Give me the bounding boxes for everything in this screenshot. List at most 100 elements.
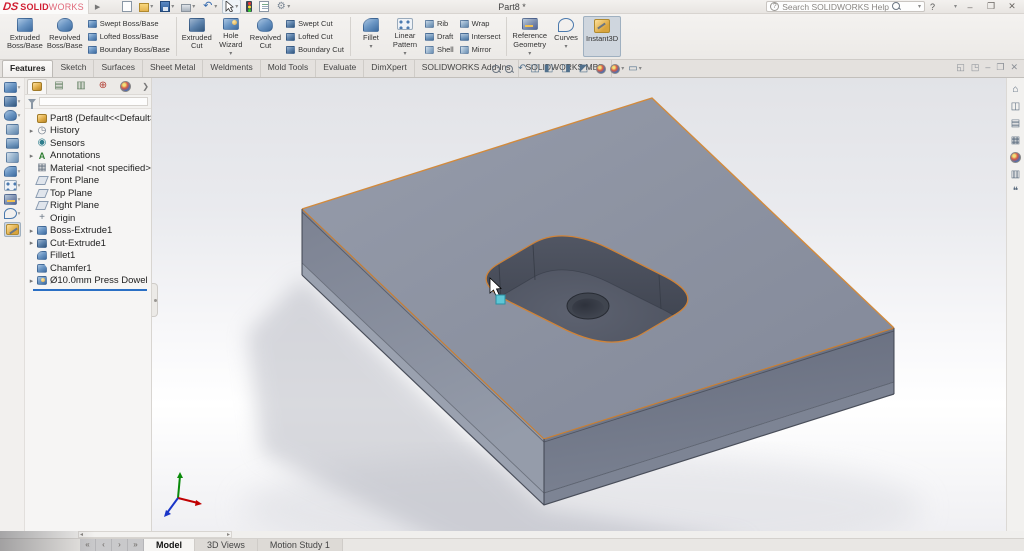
help-button[interactable]: ? [930, 2, 935, 12]
section-view-button[interactable]: ◫ [530, 62, 539, 76]
dropdown-caret-icon[interactable]: ▾ [18, 169, 21, 175]
ribbon-rib[interactable]: Rib [425, 18, 454, 30]
save-dropdown-icon[interactable]: ▾ [171, 3, 174, 10]
tree-item-top-plane[interactable]: Top Plane [27, 187, 151, 200]
doc-minimize-button[interactable]: – [985, 62, 990, 73]
dropdown-caret-icon[interactable]: ▾ [18, 183, 21, 189]
tab-model[interactable]: Model [144, 539, 195, 551]
fm-tab-display-manager[interactable] [115, 79, 135, 94]
doc-pane-right-button[interactable]: ◳ [971, 62, 980, 73]
dropdown-caret-icon[interactable]: ▾ [18, 85, 21, 91]
ribbon-curves[interactable]: Curves▾ [549, 16, 583, 57]
task-pane-custom-properties[interactable]: ▥ [1009, 168, 1023, 181]
dropdown-caret-icon[interactable]: ▾ [18, 211, 21, 217]
tree-item-front-plane[interactable]: Front Plane [27, 175, 151, 188]
ribbon-extruded-boss-base[interactable]: Extruded Boss/Base [5, 16, 45, 57]
dropdown-caret-icon[interactable]: ▾ [572, 62, 575, 76]
left-toolbar-rib[interactable] [6, 124, 19, 135]
edit-appearance-button[interactable] [596, 64, 606, 74]
fm-tab-property-manager[interactable]: ▤ [49, 79, 69, 94]
doc-restore-button[interactable]: ❐ [996, 62, 1004, 73]
previous-view-button[interactable]: ↶ [518, 62, 526, 76]
expand-arrow-icon[interactable]: ▸ [27, 277, 36, 285]
dropdown-caret-icon[interactable]: ▾ [528, 50, 531, 57]
tab-motion-study-1[interactable]: Motion Study 1 [258, 539, 343, 551]
ribbon-intersect[interactable]: Intersect [460, 31, 501, 43]
tree-item-sensors[interactable]: ◉Sensors [27, 137, 151, 150]
task-pane-file-explorer[interactable]: ▤ [1009, 117, 1023, 130]
undo-dropdown-icon[interactable]: ▾ [214, 3, 217, 10]
close-button[interactable]: ✕ [1004, 1, 1020, 12]
left-toolbar-revolved-boss-base[interactable]: ▾ [4, 110, 21, 121]
help-search-input[interactable]: ? Search SOLIDWORKS Help ▾ [766, 1, 925, 12]
dropdown-caret-icon[interactable]: ▾ [18, 113, 21, 119]
tree-item-chamfer1[interactable]: Chamfer1 [27, 262, 151, 275]
tab-sketch[interactable]: Sketch [53, 60, 94, 77]
ribbon-linear-pattern[interactable]: Linear Pattern▾ [388, 16, 422, 57]
tab-evaluate[interactable]: Evaluate [316, 60, 364, 77]
feature-tree-filter[interactable] [25, 95, 151, 109]
expand-arrow-icon[interactable]: ▸ [27, 152, 36, 160]
fm-tab-feature-tree[interactable] [27, 79, 47, 94]
ribbon-lofted-boss-base[interactable]: Lofted Boss/Base [88, 31, 170, 43]
dropdown-caret-icon[interactable]: ▾ [369, 43, 372, 50]
dropdown-caret-icon[interactable]: ▾ [18, 99, 21, 105]
tab-3d-views[interactable]: 3D Views [195, 539, 258, 551]
left-toolbar-fillet[interactable]: ▾ [4, 166, 21, 177]
dropdown-caret-icon[interactable]: ▾ [621, 62, 624, 76]
dropdown-caret-icon[interactable]: ▾ [18, 197, 21, 203]
ribbon-boundary-cut[interactable]: Boundary Cut [286, 44, 344, 56]
left-toolbar-draft[interactable] [6, 138, 19, 149]
options-button[interactable]: ⚙▾ [274, 0, 292, 13]
tab-nav-first-button[interactable]: « [80, 539, 96, 551]
select-dropdown-icon[interactable]: ▾ [235, 3, 238, 10]
ribbon-shell[interactable]: Shell [425, 44, 454, 56]
open-dropdown-icon[interactable]: ▾ [150, 3, 153, 10]
tree-item-boss-extrude1[interactable]: ▸Boss-Extrude1 [27, 225, 151, 238]
task-pane-forum[interactable]: ❝ [1009, 185, 1023, 198]
search-dropdown-icon[interactable]: ▾ [918, 3, 921, 10]
left-toolbar-instant3d[interactable] [4, 222, 21, 237]
tab-nav-previous-button[interactable]: ‹ [96, 539, 112, 551]
rebuild-button[interactable] [244, 0, 254, 13]
solidworks-logo[interactable]: DSSOLIDWORKS [0, 0, 89, 14]
dowel-hole-bore[interactable] [572, 299, 604, 318]
select-button[interactable]: ▾ [222, 0, 241, 14]
fm-tab-dimxpert-manager[interactable]: ⊕ [93, 79, 113, 94]
open-button[interactable]: ▾ [137, 0, 155, 13]
tab-features[interactable]: Features [2, 60, 53, 77]
tree-item-fillet1[interactable]: Fillet1 [27, 250, 151, 263]
tree-item-history[interactable]: ▸◷History [27, 125, 151, 138]
task-pane-view-palette[interactable]: ▦ [1009, 134, 1023, 147]
left-toolbar-curves[interactable]: ▾ [4, 208, 21, 219]
tree-item-right-plane[interactable]: Right Plane [27, 200, 151, 213]
minimize-button[interactable]: – [962, 2, 978, 12]
ribbon-lofted-cut[interactable]: Lofted Cut [286, 31, 344, 43]
ribbon-revolved-boss-base[interactable]: Revolved Boss/Base [45, 16, 85, 57]
scroll-left-icon[interactable]: ◂ [79, 531, 84, 538]
undo-button[interactable]: ↶▾ [200, 0, 219, 13]
file-properties-button[interactable] [257, 0, 271, 13]
ribbon-instant3d[interactable]: Instant3D [583, 16, 621, 57]
menu-expand-arrow-icon[interactable]: ▶ [89, 3, 106, 11]
ribbon-mirror[interactable]: Mirror [460, 44, 501, 56]
dropdown-caret-icon[interactable]: ▾ [403, 50, 406, 57]
apply-scene-button[interactable]: ▾ [610, 62, 624, 76]
tree-item-annotations[interactable]: ▸AAnnotations [27, 150, 151, 163]
print-dropdown-icon[interactable]: ▾ [192, 3, 195, 10]
fm-tab-configuration-manager[interactable]: ▥ [71, 79, 91, 94]
tab-weldments[interactable]: Weldments [203, 60, 260, 77]
left-toolbar-reference-geometry[interactable]: ▾ [4, 194, 21, 205]
ribbon-hole-wizard[interactable]: Hole Wizard▾ [214, 16, 248, 57]
new-document-button[interactable] [120, 0, 134, 13]
options-dropdown-icon[interactable]: ▾ [287, 3, 290, 10]
panel-splitter-handle[interactable] [152, 283, 158, 317]
fm-tabs-overflow-icon[interactable]: ❯ [142, 82, 149, 91]
left-toolbar-extruded-boss-base[interactable]: ▾ [4, 82, 21, 93]
scroll-right-icon[interactable]: ▸ [226, 531, 231, 538]
search-icon[interactable] [892, 2, 901, 11]
dropdown-caret-icon[interactable]: ▾ [554, 62, 557, 76]
expand-arrow-icon[interactable]: ▸ [27, 127, 36, 135]
dropdown-caret-icon[interactable]: ▾ [229, 50, 232, 57]
doc-close-button[interactable]: ✕ [1010, 62, 1018, 73]
